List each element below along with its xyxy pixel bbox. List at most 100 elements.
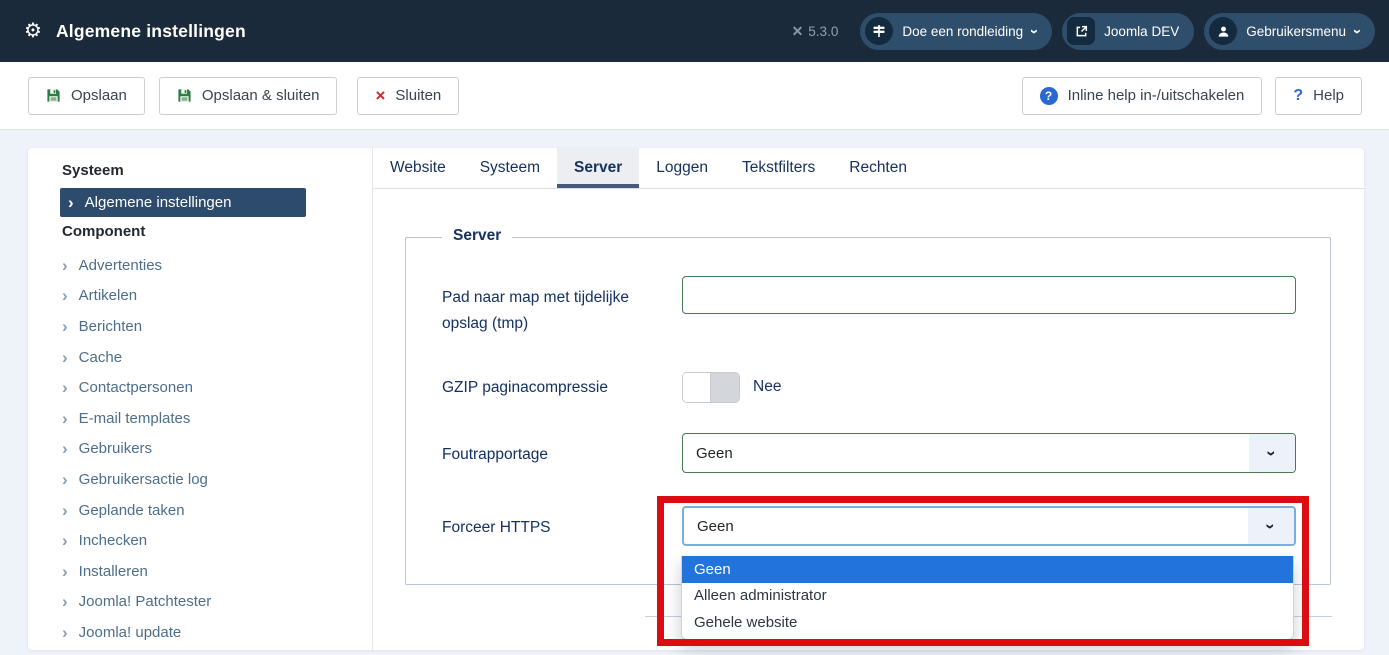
sidebar-item-contactpersonen[interactable]: › Contactpersonen xyxy=(60,372,360,403)
sidebar-item-joomla-update[interactable]: › Joomla! update xyxy=(60,617,360,648)
sidebar-item-inchecken[interactable]: ›Inchecken xyxy=(60,525,360,556)
dropdown-option-geen[interactable]: Geen xyxy=(682,556,1293,583)
sidebar-item-label: Joomla! update xyxy=(79,624,182,641)
user-icon xyxy=(1209,17,1237,45)
gzip-state-label: Nee xyxy=(753,366,781,403)
user-menu-button[interactable]: Gebruikersmenu › xyxy=(1204,13,1375,50)
force-https-dropdown: Geen Alleen administrator Gehele website xyxy=(681,556,1294,640)
sidebar-item-artikelen[interactable]: › Artikelen xyxy=(60,281,360,312)
settings-tabs: Website Systeem Server Loggen Tekstfilte… xyxy=(373,148,1364,189)
help-button[interactable]: ? Help xyxy=(1275,77,1362,115)
joomla-dev-link[interactable]: Joomla DEV xyxy=(1062,13,1194,50)
server-fieldset: Server Pad naar map met tijdelijke opsla… xyxy=(405,237,1331,585)
sidebar-item-label: Algemene instellingen xyxy=(85,194,232,211)
sidebar-item-cache[interactable]: ›Cache xyxy=(60,342,360,373)
chevron-right-icon: › xyxy=(62,624,68,641)
chevron-down-icon: › xyxy=(1263,450,1280,456)
force-https-label: Forceer HTTPS xyxy=(442,506,682,546)
force-https-select[interactable]: Geen › xyxy=(682,506,1296,546)
chevron-right-icon: › xyxy=(62,257,68,274)
chevron-right-icon: › xyxy=(62,349,68,366)
chevron-right-icon: › xyxy=(62,379,68,396)
chevron-down-icon: › xyxy=(1350,29,1365,34)
sidebar-item-label: Contactpersonen xyxy=(79,379,193,396)
error-reporting-select[interactable]: Geen › xyxy=(682,433,1296,473)
tab-server[interactable]: Server xyxy=(557,148,639,188)
take-a-tour-button[interactable]: Doe een rondleiding › xyxy=(860,13,1052,50)
chevron-down-icon: › xyxy=(1027,29,1042,34)
save-icon xyxy=(177,88,192,103)
error-reporting-label: Foutrapportage xyxy=(442,433,682,473)
header-bar: ⚙ Algemene instellingen ✕ 5.3.0 Doe een … xyxy=(0,0,1389,62)
chevron-right-icon: › xyxy=(68,194,74,211)
sidebar-item-label: Gebruikers xyxy=(79,440,152,457)
chevron-right-icon: › xyxy=(62,410,68,427)
settings-gear-icon: ⚙ xyxy=(24,21,42,41)
sidebar-item-label: Geplande taken xyxy=(79,502,185,519)
close-button[interactable]: × Sluiten xyxy=(357,77,459,115)
sidebar-item-email-templates[interactable]: ›E-mail templates xyxy=(60,403,360,434)
sidebar-item-installeren[interactable]: › Installeren xyxy=(60,556,360,587)
tab-website[interactable]: Website xyxy=(373,148,463,188)
chevron-right-icon: › xyxy=(62,502,68,519)
server-fieldset-legend: Server xyxy=(442,227,512,245)
sidebar-item-label: Installeren xyxy=(79,563,148,580)
chevron-right-icon: › xyxy=(62,593,68,610)
close-x-icon: × xyxy=(375,87,385,104)
sidebar-item-label: Joomla! Patchtester xyxy=(79,593,212,610)
sidebar-heading-component: Component xyxy=(62,223,145,240)
save-label: Opslaan xyxy=(71,87,127,104)
field-row-gzip: GZIP paginacompressie Nee xyxy=(442,366,1296,403)
joomla-logo-icon: ✕ xyxy=(792,23,804,40)
error-reporting-value: Geen xyxy=(696,434,733,472)
inline-help-toggle-button[interactable]: ? Inline help in-/uitschakelen xyxy=(1022,77,1263,115)
chevron-down-icon: › xyxy=(1262,523,1279,529)
sidebar-item-geplande-taken[interactable]: › Geplande taken xyxy=(60,495,360,526)
chevron-right-icon: › xyxy=(62,563,68,580)
sidebar-item-gebruikersactie-log[interactable]: ›Gebruikersactie log xyxy=(60,464,360,495)
field-row-error-reporting: Foutrapportage Geen › xyxy=(442,433,1296,473)
sidebar-item-label: Artikelen xyxy=(79,287,137,304)
gzip-toggle[interactable] xyxy=(682,372,740,403)
sidebar-item-gebruikers[interactable]: ›Gebruikers xyxy=(60,434,360,465)
version-number: 5.3.0 xyxy=(808,24,838,39)
chevron-right-icon: › xyxy=(62,287,68,304)
joomla-version: ✕ 5.3.0 xyxy=(792,23,839,40)
action-toolbar: Opslaan Opslaan & sluiten × Sluiten xyxy=(0,62,1389,130)
sidebar-component-list: › Advertenties › Artikelen ›Berichten ›Cac… xyxy=(60,250,360,648)
select-arrow-area: › xyxy=(1249,434,1295,472)
question-mark-icon: ? xyxy=(1293,87,1303,105)
take-a-tour-label: Doe een rondleiding xyxy=(902,24,1023,39)
save-and-close-button[interactable]: Opslaan & sluiten xyxy=(159,77,338,115)
close-label: Sluiten xyxy=(395,87,441,104)
dropdown-option-alleen-administrator[interactable]: Alleen administrator xyxy=(682,583,1293,610)
toggle-track xyxy=(711,373,739,402)
tab-systeem[interactable]: Systeem xyxy=(463,148,557,188)
save-button[interactable]: Opslaan xyxy=(28,77,145,115)
select-arrow-area: › xyxy=(1248,508,1294,544)
tab-rechten[interactable]: Rechten xyxy=(832,148,924,188)
sidebar-item-joomla-patchtester[interactable]: › Joomla! Patchtester xyxy=(60,587,360,618)
toggle-knob xyxy=(683,373,711,402)
help-circle-icon: ? xyxy=(1040,87,1058,105)
tmp-path-label: Pad naar map met tijdelijke opslag (tmp) xyxy=(442,276,667,336)
field-row-force-https: Forceer HTTPS Geen › xyxy=(442,506,1296,546)
external-link-icon xyxy=(1067,17,1095,45)
tmp-path-input[interactable] xyxy=(682,276,1296,314)
dropdown-option-gehele-website[interactable]: Gehele website xyxy=(682,609,1293,636)
field-row-tmp-path: Pad naar map met tijdelijke opslag (tmp) xyxy=(442,276,1296,336)
joomla-admin-page: ⚙ Algemene instellingen ✕ 5.3.0 Doe een … xyxy=(0,0,1389,655)
user-menu-label: Gebruikersmenu xyxy=(1246,24,1346,39)
sidebar-item-label: Advertenties xyxy=(79,257,162,274)
signpost-icon xyxy=(865,17,893,45)
settings-sidebar: Systeem › Algemene instellingen Componen… xyxy=(28,148,372,650)
tab-loggen[interactable]: Loggen xyxy=(639,148,725,188)
sidebar-item-algemene-instellingen[interactable]: › Algemene instellingen xyxy=(60,188,306,217)
chevron-right-icon: › xyxy=(62,318,68,335)
inline-help-label: Inline help in-/uitschakelen xyxy=(1068,87,1245,104)
tab-tekstfilters[interactable]: Tekstfilters xyxy=(725,148,832,188)
sidebar-item-advertenties[interactable]: › Advertenties xyxy=(60,250,360,281)
chevron-right-icon: › xyxy=(62,471,68,488)
sidebar-item-berichten[interactable]: ›Berichten xyxy=(60,311,360,342)
force-https-value: Geen xyxy=(697,508,734,544)
